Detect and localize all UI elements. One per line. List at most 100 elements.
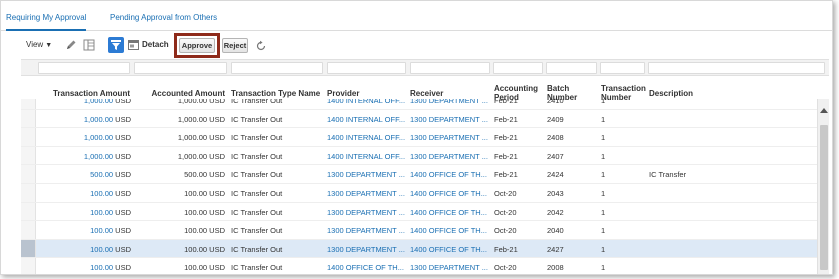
provider-cell[interactable]: 1300 DEPARTMENT ... (327, 208, 405, 217)
header-provider[interactable]: Provider (327, 89, 359, 98)
filter-accounting-period[interactable] (493, 62, 543, 74)
transaction-amount-cell[interactable]: 100.00 USD (41, 263, 131, 272)
approval-panel: Requiring My Approval Pending Approval f… (0, 0, 833, 275)
transaction-amount-link[interactable]: 500.00 (90, 170, 113, 179)
filter-transaction-number[interactable] (600, 62, 645, 74)
transaction-amount-cell[interactable]: 1,000.00 USD (41, 152, 131, 161)
row-selector[interactable] (21, 221, 36, 239)
filter-receiver[interactable] (410, 62, 490, 74)
provider-cell[interactable]: 1300 DEPARTMENT ... (327, 245, 405, 254)
freeze-columns-icon[interactable] (83, 39, 95, 51)
row-selector[interactable] (21, 239, 36, 258)
receiver-cell[interactable]: 1400 OFFICE OF TH... (410, 245, 487, 254)
batch-number-cell: 2427 (547, 244, 564, 254)
row-selector[interactable] (21, 184, 36, 202)
header-transaction-type[interactable]: Transaction Type Name (231, 89, 320, 98)
filter-accounted-amount[interactable] (134, 62, 227, 74)
transaction-amount-cell[interactable]: 1,000.00 USD (41, 99, 131, 105)
scroll-up-arrow-icon[interactable] (820, 107, 828, 113)
transaction-amount-link[interactable]: 100.00 (90, 226, 113, 235)
transaction-amount-link[interactable]: 1,000.00 (84, 115, 113, 124)
accounting-period-cell: Feb-21 (494, 114, 518, 124)
transaction-amount-link[interactable]: 1,000.00 (84, 152, 113, 161)
row-selector[interactable] (21, 109, 36, 128)
provider-cell[interactable]: 1400 INTERNAL OFF... (327, 152, 405, 161)
scrollbar-thumb[interactable] (820, 125, 828, 270)
header-receiver[interactable]: Receiver (410, 89, 443, 98)
transaction-amount-cell[interactable]: 1,000.00 USD (41, 115, 131, 124)
tab-requiring-my-approval[interactable]: Requiring My Approval (6, 13, 87, 31)
refresh-icon[interactable] (255, 40, 267, 52)
transaction-type-cell: IC Transfer Out (231, 207, 283, 217)
header-transaction-amount[interactable]: Transaction Amount (41, 89, 130, 98)
transaction-amount-link[interactable]: 1,000.00 (84, 99, 113, 105)
pencil-icon[interactable] (65, 39, 77, 51)
row-selector[interactable] (21, 202, 36, 221)
detach-button[interactable]: Detach (142, 40, 169, 49)
approve-button[interactable]: Approve (179, 38, 215, 53)
provider-cell[interactable]: 1300 DEPARTMENT ... (327, 189, 405, 198)
receiver-cell[interactable]: 1300 DEPARTMENT ... (410, 133, 488, 142)
table-row[interactable]: 100.00 USD 100.00 USD IC Transfer Out 1300 … (21, 202, 817, 222)
table-row[interactable]: 100.00 USD 100.00 USD IC Transfer Out 1300 … (21, 221, 817, 240)
row-selector[interactable] (21, 258, 36, 274)
transaction-amount-cell[interactable]: 100.00 USD (41, 245, 131, 254)
filter-batch-number[interactable] (546, 62, 597, 74)
table-row[interactable]: 1,000.00 USD 1,000.00 USD IC Transfer Out 1… (21, 99, 817, 110)
vertical-scrollbar[interactable] (817, 99, 829, 274)
provider-cell[interactable]: 1400 INTERNAL OFF... (327, 133, 405, 142)
detach-icon[interactable] (128, 40, 139, 50)
batch-number-cell: 2424 (547, 170, 564, 180)
receiver-cell[interactable]: 1300 DEPARTMENT ... (410, 99, 488, 105)
receiver-cell[interactable]: 1400 OFFICE OF TH... (410, 226, 487, 235)
description-cell: IC Transfer (649, 170, 687, 180)
receiver-cell[interactable]: 1300 DEPARTMENT ... (410, 152, 488, 161)
transaction-amount-cell[interactable]: 100.00 USD (41, 208, 131, 217)
filter-description[interactable] (648, 62, 825, 74)
provider-cell[interactable]: 1400 INTERNAL OFF... (327, 115, 405, 124)
transaction-amount-link[interactable]: 100.00 (90, 189, 113, 198)
receiver-cell[interactable]: 1400 OFFICE OF TH... (410, 189, 487, 198)
transaction-type-cell: IC Transfer Out (231, 189, 283, 198)
provider-cell[interactable]: 1300 DEPARTMENT ... (327, 170, 405, 179)
transaction-amount-link[interactable]: 1,000.00 (84, 133, 113, 142)
header-description[interactable]: Description (649, 89, 693, 98)
table-row[interactable]: 100.00 USD 100.00 USD IC Transfer Out 1400 … (21, 258, 817, 274)
transaction-amount-link[interactable]: 100.00 (90, 208, 113, 217)
table-row[interactable]: 1,000.00 USD 1,000.00 USD IC Transfer Out 1… (21, 146, 817, 166)
transaction-amount-link[interactable]: 100.00 (90, 245, 113, 254)
tab-pending-approval-from-others[interactable]: Pending Approval from Others (110, 13, 217, 22)
accounting-period-cell: Oct-20 (494, 189, 517, 198)
row-selector[interactable] (21, 165, 36, 183)
transaction-amount-cell[interactable]: 100.00 USD (41, 226, 131, 235)
transaction-amount-cell[interactable]: 500.00 USD (41, 170, 131, 179)
filter-transaction-type[interactable] (231, 62, 323, 74)
table-row[interactable]: 100.00 USD 100.00 USD IC Transfer Out 1300 … (21, 239, 817, 259)
transaction-amount-cell[interactable]: 1,000.00 USD (41, 133, 131, 142)
row-selector[interactable] (21, 128, 36, 146)
header-accounted-amount[interactable]: Accounted Amount (135, 89, 225, 98)
currency-code: USD (115, 170, 131, 180)
transaction-amount-cell[interactable]: 100.00 USD (41, 189, 131, 198)
accounted-amount-cell: 100.00 USD (184, 263, 225, 273)
table-row[interactable]: 1,000.00 USD 1,000.00 USD IC Transfer Out 1… (21, 109, 817, 129)
table-row[interactable]: 100.00 USD 100.00 USD IC Transfer Out 1300 … (21, 184, 817, 203)
table-row[interactable]: 1,000.00 USD 1,000.00 USD IC Transfer Out 1… (21, 128, 817, 147)
provider-cell[interactable]: 1300 DEPARTMENT ... (327, 226, 405, 235)
query-by-example-button[interactable] (108, 37, 124, 53)
view-menu[interactable]: View ▼ (26, 40, 52, 49)
accounting-period-cell: Feb-21 (494, 170, 518, 180)
filter-provider[interactable] (327, 62, 406, 74)
transaction-amount-link[interactable]: 100.00 (90, 263, 113, 272)
provider-cell[interactable]: 1400 OFFICE OF TH... (327, 263, 404, 272)
table-row[interactable]: 500.00 USD 500.00 USD IC Transfer Out 1300 … (21, 165, 817, 184)
receiver-cell[interactable]: 1400 OFFICE OF TH... (410, 170, 487, 179)
receiver-cell[interactable]: 1300 DEPARTMENT ... (410, 263, 488, 272)
receiver-cell[interactable]: 1300 DEPARTMENT ... (410, 115, 488, 124)
filter-transaction-amount[interactable] (38, 62, 130, 74)
provider-cell[interactable]: 1400 INTERNAL OFF... (327, 99, 405, 105)
reject-button[interactable]: Reject (222, 38, 248, 53)
receiver-cell[interactable]: 1400 OFFICE OF TH... (410, 208, 487, 217)
row-selector[interactable] (21, 99, 36, 109)
row-selector[interactable] (21, 146, 36, 165)
